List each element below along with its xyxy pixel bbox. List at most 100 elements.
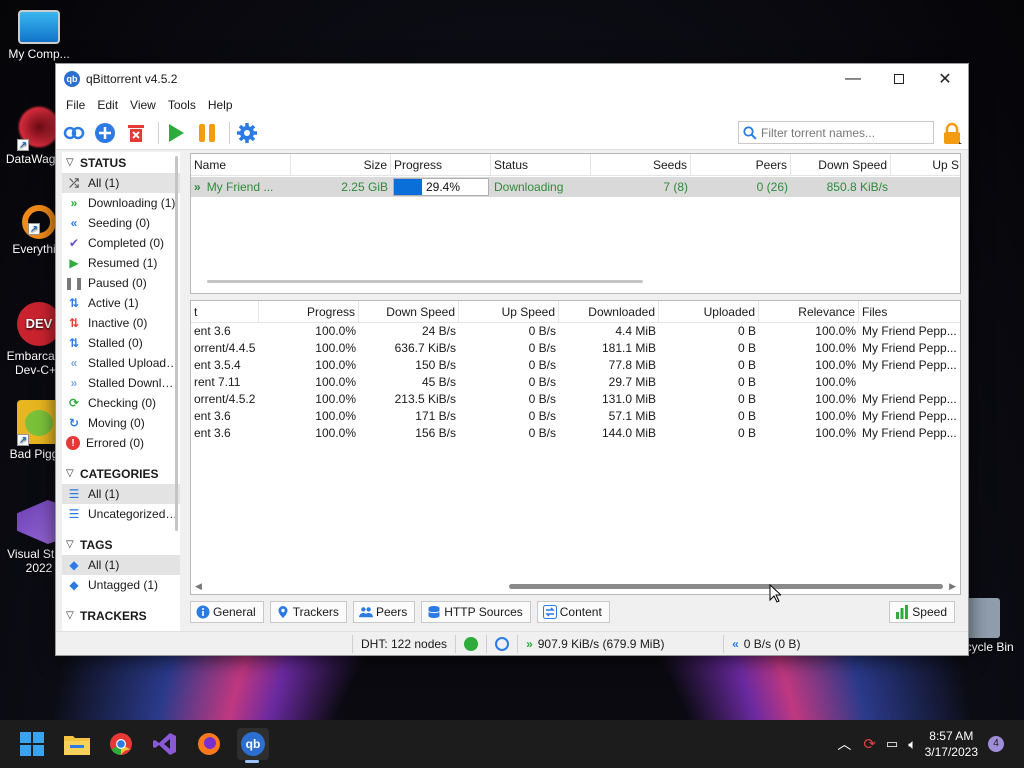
clock[interactable]: 8:57 AM 3/17/2023 [925, 728, 978, 760]
menu-edit[interactable]: Edit [91, 98, 124, 112]
filter-torrent-input[interactable] [761, 125, 931, 140]
peer-progress-cell: 100.0% [315, 358, 356, 372]
alt-speed-toggle[interactable] [486, 634, 517, 653]
column-header-seeds[interactable]: Seeds [591, 154, 691, 176]
sidebar-item-inactive[interactable]: ⇅ Inactive (0) [62, 313, 180, 333]
sidebar-item-tag-all[interactable]: ◆ All (1) [62, 555, 180, 575]
sidebar-item-all[interactable]: ⤮ All (1) [62, 173, 180, 193]
column-header-client[interactable]: t [191, 301, 259, 323]
resume-button[interactable] [163, 120, 189, 146]
column-header-up-speed[interactable]: Up S [891, 154, 960, 176]
categories-section-header[interactable]: ▽ CATEGORIES [62, 463, 180, 484]
peer-relevance-cell: 100.0% [815, 426, 856, 440]
torrent-size-cell: 2.25 GiB [341, 180, 388, 194]
maximize-button[interactable] [876, 64, 922, 94]
column-header-uploaded[interactable]: Uploaded [659, 301, 759, 323]
menu-tools[interactable]: Tools [162, 98, 202, 112]
peer-row[interactable]: ent 3.5.4 100.0% 150 B/s 0 B/s 77.8 MiB 0 B 10… [191, 357, 960, 374]
sidebar-scrollbar[interactable] [175, 156, 178, 531]
chevron-up-icon[interactable]: ︿ [837, 734, 851, 754]
menu-view[interactable]: View [124, 98, 162, 112]
options-button[interactable] [234, 120, 260, 146]
volume-icon[interactable]: 🔈︎ [908, 736, 916, 753]
scroll-right-icon[interactable]: ▶ [949, 581, 956, 592]
sidebar-item-active[interactable]: ⇅ Active (1) [62, 293, 180, 313]
upload-speed-status[interactable]: «0 B/s (0 B) [723, 634, 808, 653]
link-icon [63, 126, 85, 139]
peer-row[interactable]: orrent/4.5.2 100.0% 213.5 KiB/s 0 B/s 131.0 … [191, 391, 960, 408]
tab-general[interactable]: General [190, 601, 264, 623]
add-torrent-link-button[interactable] [61, 120, 87, 146]
filter-search-box[interactable] [738, 121, 934, 144]
sidebar-item-stalled[interactable]: ⇅ Stalled (0) [62, 333, 180, 353]
column-header-up-speed[interactable]: Up Speed [459, 301, 559, 323]
menu-help[interactable]: Help [202, 98, 239, 112]
sidebar-item-errored[interactable]: ! Errored (0) [62, 433, 180, 453]
column-header-files[interactable]: Files [859, 301, 960, 323]
trackers-section-header[interactable]: ▽ TRACKERS [62, 605, 180, 626]
taskbar-qbittorrent[interactable]: qb [237, 728, 269, 760]
column-header-size[interactable]: Size [291, 154, 391, 176]
column-header-progress[interactable]: Progress [259, 301, 359, 323]
sidebar-item-category-all[interactable]: ☰ All (1) [62, 484, 180, 504]
peer-row[interactable]: ent 3.6 100.0% 171 B/s 0 B/s 57.1 MiB 0 B 100.… [191, 408, 960, 425]
desktop-icon-my-computer[interactable]: My Comp... [0, 10, 78, 61]
sidebar-item-resumed[interactable]: ▶ Resumed (1) [62, 253, 180, 273]
sidebar-item-moving[interactable]: ↻ Moving (0) [62, 413, 180, 433]
taskbar-firefox[interactable] [193, 728, 225, 760]
torrent-list-scrollbar[interactable] [207, 280, 643, 283]
remove-torrent-button[interactable] [123, 120, 149, 146]
column-header-name[interactable]: Name [191, 154, 291, 176]
peers-scrollbar[interactable]: ◀ ▶ [191, 578, 960, 594]
scroll-left-icon[interactable]: ◀ [195, 581, 202, 592]
sidebar-item-stalled-downloading[interactable]: »Stalled Downloading (0) [62, 373, 180, 393]
menu-file[interactable]: File [60, 98, 91, 112]
sidebar-item-untagged[interactable]: ◆ Untagged (1) [62, 575, 180, 595]
sidebar-item-stalled-uploading[interactable]: «Stalled Uploading (0) [62, 353, 180, 373]
sidebar-item-completed[interactable]: ✔ Completed (0) [62, 233, 180, 253]
taskbar-file-explorer[interactable] [61, 728, 93, 760]
column-header-relevance[interactable]: Relevance [759, 301, 859, 323]
peer-row[interactable]: rent 7.11 100.0% 45 B/s 0 B/s 29.7 MiB 0 B 100… [191, 374, 960, 391]
tab-trackers[interactable]: Trackers [269, 601, 347, 623]
sidebar-item-seeding[interactable]: «Seeding (0) [62, 213, 180, 233]
peer-row[interactable]: orrent/4.4.5 100.0% 636.7 KiB/s 0 B/s 181.1 … [191, 340, 960, 357]
tab-peers[interactable]: Peers [352, 601, 416, 623]
tab-speed[interactable]: Speed [889, 601, 955, 623]
sidebar-item-checking[interactable]: ⟳ Checking (0) [62, 393, 180, 413]
download-speed-status[interactable]: » 907.9 KiB/s (679.9 MiB) [517, 634, 723, 653]
peers-scrollbar-thumb[interactable] [509, 584, 943, 589]
column-header-down-speed[interactable]: Down Speed [791, 154, 891, 176]
sidebar-item-paused[interactable]: ❚❚ Paused (0) [62, 273, 180, 293]
lock-button[interactable] [940, 122, 964, 146]
tags-section-header[interactable]: ▽ TAGS [62, 534, 180, 555]
torrent-name-cell: » My Friend ... [194, 180, 274, 194]
column-header-down-speed[interactable]: Down Speed [359, 301, 459, 323]
status-bar: DHT: 122 nodes » 907.9 KiB/s (679.9 MiB) … [56, 631, 968, 655]
peer-row[interactable]: ent 3.6 100.0% 156 B/s 0 B/s 144.0 MiB 0 B 100… [191, 425, 960, 442]
taskbar-visual-studio[interactable] [149, 728, 181, 760]
column-header-status[interactable]: Status [491, 154, 591, 176]
add-torrent-file-button[interactable] [92, 120, 118, 146]
minimize-button[interactable]: — [830, 64, 876, 94]
sidebar-item-uncategorized[interactable]: ☰ Uncategorized (1) [62, 504, 180, 524]
column-header-peers[interactable]: Peers [691, 154, 791, 176]
tab-http-sources[interactable]: HTTP Sources [421, 601, 531, 623]
pause-button[interactable] [194, 120, 220, 146]
torrent-row[interactable]: » My Friend ... 2.25 GiB 29.4% Downloadin… [191, 177, 960, 197]
connection-status[interactable] [455, 634, 486, 653]
status-section-header[interactable]: ▽ STATUS [62, 152, 180, 173]
close-button[interactable]: ✕ [922, 64, 968, 94]
notification-badge[interactable]: 4 [988, 736, 1004, 752]
sidebar-item-downloading[interactable]: » Downloading (1) [62, 193, 180, 213]
column-header-progress[interactable]: Progress [391, 154, 491, 176]
column-header-downloaded[interactable]: Downloaded [559, 301, 659, 323]
taskbar-chrome[interactable] [105, 728, 137, 760]
peer-row[interactable]: ent 3.6 100.0% 24 B/s 0 B/s 4.4 MiB 0 B 100.0%… [191, 323, 960, 340]
downloading-icon: » [194, 180, 201, 194]
title-bar[interactable]: qb qBittorrent v4.5.2 — ✕ [56, 64, 968, 94]
sync-icon[interactable]: ⟳ [863, 735, 876, 753]
network-icon[interactable]: ▭ [886, 736, 898, 752]
tab-content[interactable]: Content [536, 601, 610, 623]
start-button[interactable] [16, 728, 48, 760]
